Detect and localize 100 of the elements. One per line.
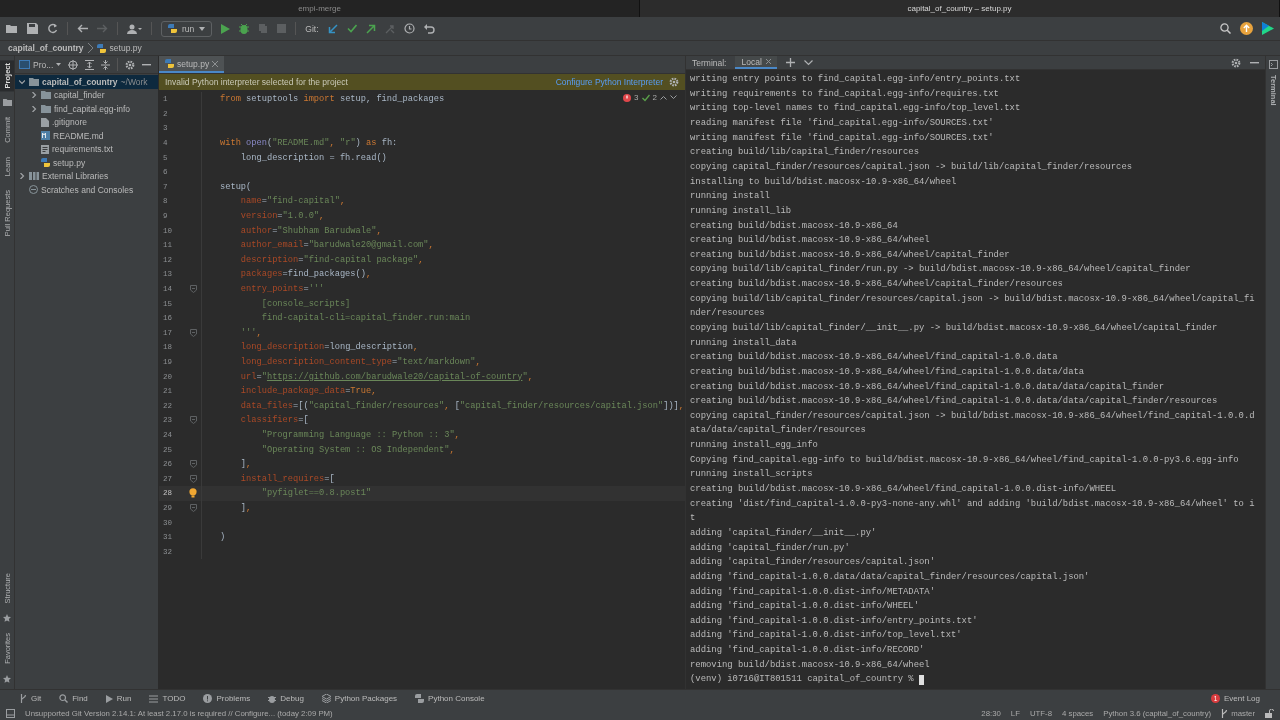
clock-icon[interactable] [403,23,415,34]
collapse-all-icon[interactable] [101,59,111,70]
panel-toggle-icon[interactable] [6,709,15,718]
python-icon [415,694,425,703]
tree-item[interactable]: .gitignore [15,115,158,129]
save-icon[interactable] [27,23,38,34]
update-icon[interactable] [1240,22,1253,35]
terminal-line: t [690,512,697,526]
code-line: "Programming Language :: Python :: 3", [260,429,460,440]
breadcrumb-item[interactable]: capital_of_country [8,43,84,53]
tree-item[interactable]: setup.py [15,156,158,170]
session-tab[interactable]: Local [735,56,777,70]
window-tab[interactable]: capital_of_country – setup.py [640,0,1280,17]
lightbulb-icon[interactable] [189,488,197,499]
fold-marker-icon[interactable] [189,460,197,469]
fold-marker-icon[interactable] [189,285,197,293]
app-logo-icon[interactable] [1262,22,1274,35]
python-file-icon [96,43,106,53]
terminal-line: running install_scripts [690,468,814,482]
code-line: packages=find_packages(), [239,269,372,280]
chevron-down-icon[interactable] [19,78,25,85]
add-icon[interactable] [785,58,795,68]
fold-marker-icon[interactable] [189,328,197,337]
terminal-line: adding 'find_capital-1.0.0.dist-info/WHEEL' [690,600,920,614]
tool-window-button[interactable]: Problems [203,694,251,703]
code-line: classifiers=[ [239,415,309,426]
back-arrow-icon[interactable] [77,24,88,33]
checkmark-icon[interactable] [641,93,650,102]
chevron-down-icon[interactable] [670,95,677,100]
configure-link[interactable]: Configure Python Interpreter [555,77,663,87]
caret-icon [56,63,62,66]
chevron-right-icon[interactable] [31,92,37,99]
markdown-file-icon [41,131,50,141]
user-icon[interactable] [127,23,142,34]
tree-item[interactable]: capital_of_country ~/Work [15,75,158,89]
chevron-right-icon [87,43,93,53]
close-icon[interactable] [212,60,219,67]
fold-marker-icon[interactable] [189,416,197,425]
folder-icon[interactable] [2,99,12,107]
star-icon[interactable] [3,614,11,623]
caret-icon [199,26,206,31]
scratch-icon [29,185,38,195]
tree-item[interactable]: README.md [15,129,158,143]
chevron-down-icon[interactable] [803,59,813,66]
terminal-line: creating build/bdist.macosx-10.9-x86_64/wheel [690,234,931,248]
tool-window-button[interactable]: TODO [149,694,186,703]
fold-marker-icon[interactable] [189,474,197,483]
tool-window-button[interactable]: Python Console [415,694,485,703]
tree-item[interactable]: requirements.txt [15,142,158,156]
file-tab[interactable]: setup.py [159,56,225,73]
terminal-line: installing to build/bdist.macosx-10.9-x86_64/wheel [690,175,958,189]
window-tab[interactable]: empi-merge [0,0,640,17]
bug-icon[interactable] [239,23,250,34]
run-configuration-dropdown[interactable]: run [161,20,213,37]
terminal-prompt: (venv) i0716@IT801511 capital_of_country % [690,673,914,687]
run-icon[interactable] [221,23,231,34]
chevron-right-icon[interactable] [19,173,25,180]
code-line: entry_points=''' [239,284,325,294]
close-icon[interactable] [765,59,771,65]
code-line: data_files=[("capital_finder/resources", ["capital_finder/resources/capital.json"])], [239,400,685,411]
minimize-icon[interactable] [1250,61,1259,64]
settings-icon[interactable] [669,77,679,87]
chevron-right-icon[interactable] [31,105,37,112]
star-icon[interactable] [3,675,11,683]
settings-icon[interactable] [125,59,136,70]
tool-window-button[interactable]: Debug [268,694,304,703]
settings-icon[interactable] [1231,57,1241,68]
tree-item[interactable]: find_capital.egg-info [15,102,158,116]
refresh-icon[interactable] [47,23,58,34]
tool-window-button[interactable]: Git [20,694,42,703]
breadcrumb-item[interactable]: setup.py [109,43,142,53]
search-icon[interactable] [1220,23,1231,34]
alert-icon [203,694,213,703]
arrow-down-left-icon[interactable] [327,23,338,34]
checkmark-icon[interactable] [346,24,357,33]
item-name: Scratches and Consoles [41,184,134,195]
terminal-line: copying build/lib/capital_finder/run.py -> build/bdist.macosx-10.9-x86_64/wheel/capital_finder [690,263,1192,277]
terminal-line: adding 'find_capital-1.0.0.data/data/capital_finder/resources/capital.json' [690,570,1091,584]
terminal-line: creating build/bdist.macosx-10.9-x86_64/wheel/find_capital-1.0.0.data [690,351,1059,365]
tree-item[interactable]: Scratches and Consoles [15,183,158,197]
arrow-up-right-icon[interactable] [365,23,376,34]
folder-icon[interactable] [6,23,18,34]
target-icon[interactable] [68,59,79,70]
tool-window-button[interactable]: Find [59,694,88,703]
lock-icon[interactable] [1265,709,1274,718]
item-name: find_capital.egg-info [54,103,131,114]
view-selector-dropdown[interactable]: Pro... [19,59,62,70]
terminal-line: writing top-level names to find_capital.egg-info/top_level.txt [690,102,1022,116]
error-icon[interactable] [623,93,632,102]
undo-icon[interactable] [423,23,435,34]
tool-window-button[interactable]: Run [105,694,132,703]
minimize-icon[interactable] [142,63,152,66]
chevron-up-icon[interactable] [660,95,667,100]
terminal-icon[interactable] [1268,60,1278,69]
tree-item[interactable]: capital_finder [15,88,158,102]
bug-icon [268,694,277,703]
tool-window-button[interactable]: Python Packages [321,694,398,703]
expand-all-icon[interactable] [85,59,95,70]
fold-marker-icon[interactable] [189,503,197,512]
tree-item[interactable]: External Libraries [15,169,158,183]
